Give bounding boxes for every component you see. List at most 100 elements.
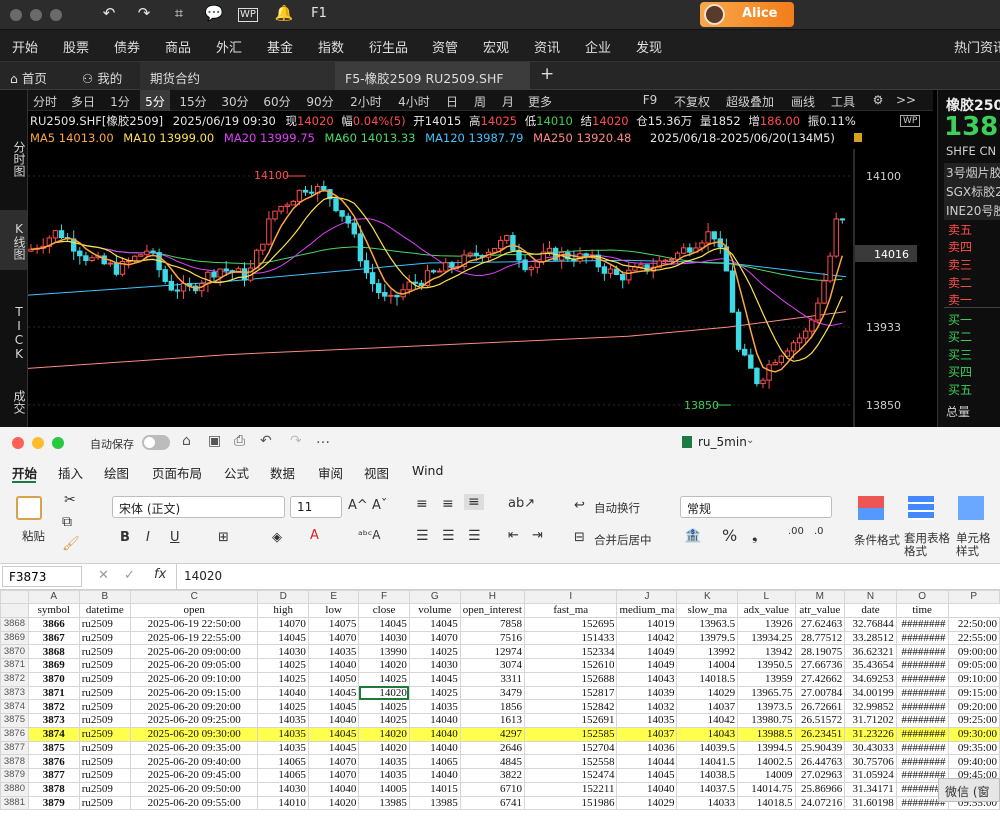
font-size-select[interactable]: 11 [290, 496, 342, 518]
cell[interactable]: 3875 [27, 740, 80, 756]
menu-hot-news[interactable]: 热门资讯 [954, 37, 1000, 56]
cell[interactable]: 14050 [307, 671, 360, 687]
merge-icon[interactable]: ⊟ [574, 530, 585, 545]
row-number[interactable]: 3874 [0, 699, 29, 714]
cell[interactable]: 12974 [459, 644, 525, 659]
cell[interactable]: 3867 [27, 630, 80, 646]
cell[interactable]: ######## [895, 644, 949, 659]
cell[interactable]: 14043 [676, 726, 739, 742]
cell[interactable]: 13994.5 [737, 740, 796, 756]
column-letter[interactable]: N [844, 590, 897, 604]
cell[interactable]: ######## [895, 658, 949, 673]
table-row[interactable]: 3881 3879 ru2509 2025-06-20 09:55:00 14010 14… [0, 795, 1000, 811]
table-row[interactable]: 3875 3873 ru2509 2025-06-20 09:25:00 14035 14… [0, 713, 1000, 728]
cell[interactable]: 14004 [676, 658, 739, 673]
no-adjust-button[interactable]: 不复权 [670, 90, 714, 111]
row-number[interactable]: 3880 [0, 781, 29, 797]
f9-button[interactable]: F9 [638, 90, 662, 111]
cell-style-icon[interactable] [958, 496, 984, 520]
menu-news[interactable]: 资讯 [534, 37, 560, 56]
comma-icon[interactable]: ❟ [752, 528, 758, 544]
cell[interactable]: 3868 [27, 644, 80, 659]
f1-icon[interactable]: F1 [308, 6, 330, 21]
cell[interactable]: 14035 [358, 754, 410, 769]
redo-icon[interactable]: ↷ [290, 433, 302, 449]
cell[interactable]: 14049 [616, 658, 678, 673]
column-letter[interactable]: A [27, 590, 80, 604]
cell[interactable]: ru2509 [78, 644, 131, 659]
cell[interactable]: 14040 [257, 685, 309, 701]
table-row[interactable]: 3872 3870 ru2509 2025-06-20 09:10:00 14025 14… [0, 671, 1000, 687]
cell[interactable]: 152610 [523, 658, 618, 673]
header-cell[interactable]: atr_value [794, 603, 846, 618]
table-row[interactable]: 3869 3867 ru2509 2025-06-19 22:55:00 14045 14… [0, 630, 1000, 646]
cell[interactable]: 14041.5 [676, 754, 739, 769]
table-row[interactable]: 3877 3875 ru2509 2025-06-20 09:35:00 14035 14… [0, 740, 1000, 756]
cell[interactable]: 31.60198 [844, 795, 897, 811]
cell[interactable]: 3822 [459, 768, 525, 783]
menu-start[interactable]: 开始 [12, 37, 38, 56]
ribbon-tab-home[interactable]: 开始 [12, 463, 37, 482]
table-row[interactable]: 3873 3871 ru2509 2025-06-20 09:15:00 14040 14… [0, 685, 1000, 701]
cell[interactable]: ######## [895, 616, 949, 632]
confirm-icon[interactable]: ✓ [124, 568, 135, 583]
cell[interactable]: 152704 [523, 740, 618, 756]
cell[interactable]: 14045 [616, 768, 678, 783]
cell[interactable]: 2025-06-20 09:15:00 [129, 685, 259, 701]
column-letter[interactable] [0, 590, 29, 604]
cancel-icon[interactable]: ✕ [98, 568, 109, 583]
more-icon[interactable]: … [316, 431, 330, 447]
super-overlay-button[interactable]: 超级叠加 [722, 90, 778, 111]
cell[interactable]: 13988.5 [737, 726, 796, 742]
cell[interactable]: ru2509 [78, 726, 131, 742]
column-letter[interactable]: K [676, 590, 739, 604]
header-cell[interactable]: fast_ma [523, 603, 618, 618]
cell[interactable]: ru2509 [78, 754, 131, 769]
cell[interactable]: 3870 [27, 671, 80, 687]
cell[interactable]: 30.75706 [844, 754, 897, 769]
column-letter[interactable]: E [307, 590, 360, 604]
cell[interactable]: 2025-06-20 09:00:00 [129, 644, 259, 659]
header-cell[interactable]: close [358, 603, 410, 618]
cell[interactable]: 14045 [358, 616, 410, 632]
cell[interactable]: 7858 [459, 616, 525, 632]
lock-icon[interactable] [854, 133, 862, 142]
cell[interactable]: ru2509 [78, 795, 131, 811]
cell[interactable]: 27.42662 [794, 671, 846, 687]
cell[interactable]: 34.00199 [844, 685, 897, 701]
decrease-decimal-icon[interactable]: .0 [814, 526, 824, 537]
cell[interactable]: 14020 [358, 726, 410, 742]
cell[interactable]: 09:15:00 [947, 685, 1000, 701]
cell[interactable]: 3873 [27, 713, 80, 728]
period-day[interactable]: 日 [442, 90, 462, 111]
cell[interactable]: 152695 [523, 616, 618, 632]
cell[interactable]: 14030 [257, 781, 309, 797]
column-letter[interactable]: D [257, 590, 309, 604]
wp-icon[interactable]: WP [238, 8, 258, 22]
cell[interactable]: 13934.25 [737, 630, 796, 646]
tab-futures[interactable]: 期货合约 [140, 62, 335, 90]
cell[interactable]: 7516 [459, 630, 525, 646]
cell[interactable]: 13990 [358, 644, 410, 659]
cell[interactable]: 3074 [459, 658, 525, 673]
row-number[interactable]: 3868 [0, 616, 29, 632]
cell[interactable]: 32.99852 [844, 699, 897, 714]
period-90min[interactable]: 90分 [303, 90, 337, 111]
excel-minimize-button[interactable] [32, 437, 44, 449]
menu-macro[interactable]: 宏观 [483, 37, 509, 56]
cell[interactable]: 14035 [408, 699, 461, 714]
cell[interactable]: 14038.5 [676, 768, 739, 783]
cell[interactable]: 152691 [523, 713, 618, 728]
kline-chart[interactable]: RU2509.SHF[橡胶2509] 2025/06/19 09:30 现140… [28, 111, 933, 427]
border-icon[interactable]: ⊞ [218, 530, 229, 545]
gear-icon[interactable]: ⚙ [868, 90, 888, 111]
period-more[interactable]: 更多 [524, 90, 556, 111]
cell[interactable]: 27.62463 [794, 616, 846, 632]
align-top-icon[interactable]: ≡ [416, 496, 428, 512]
cell[interactable]: 26.23451 [794, 726, 846, 742]
tools-button[interactable]: 工具 [828, 90, 858, 111]
header-cell[interactable]: open_interest [459, 603, 525, 618]
period-1min[interactable]: 1分 [106, 90, 134, 111]
add-tab-button[interactable]: + [540, 62, 554, 90]
row-number[interactable]: 3881 [0, 795, 29, 811]
